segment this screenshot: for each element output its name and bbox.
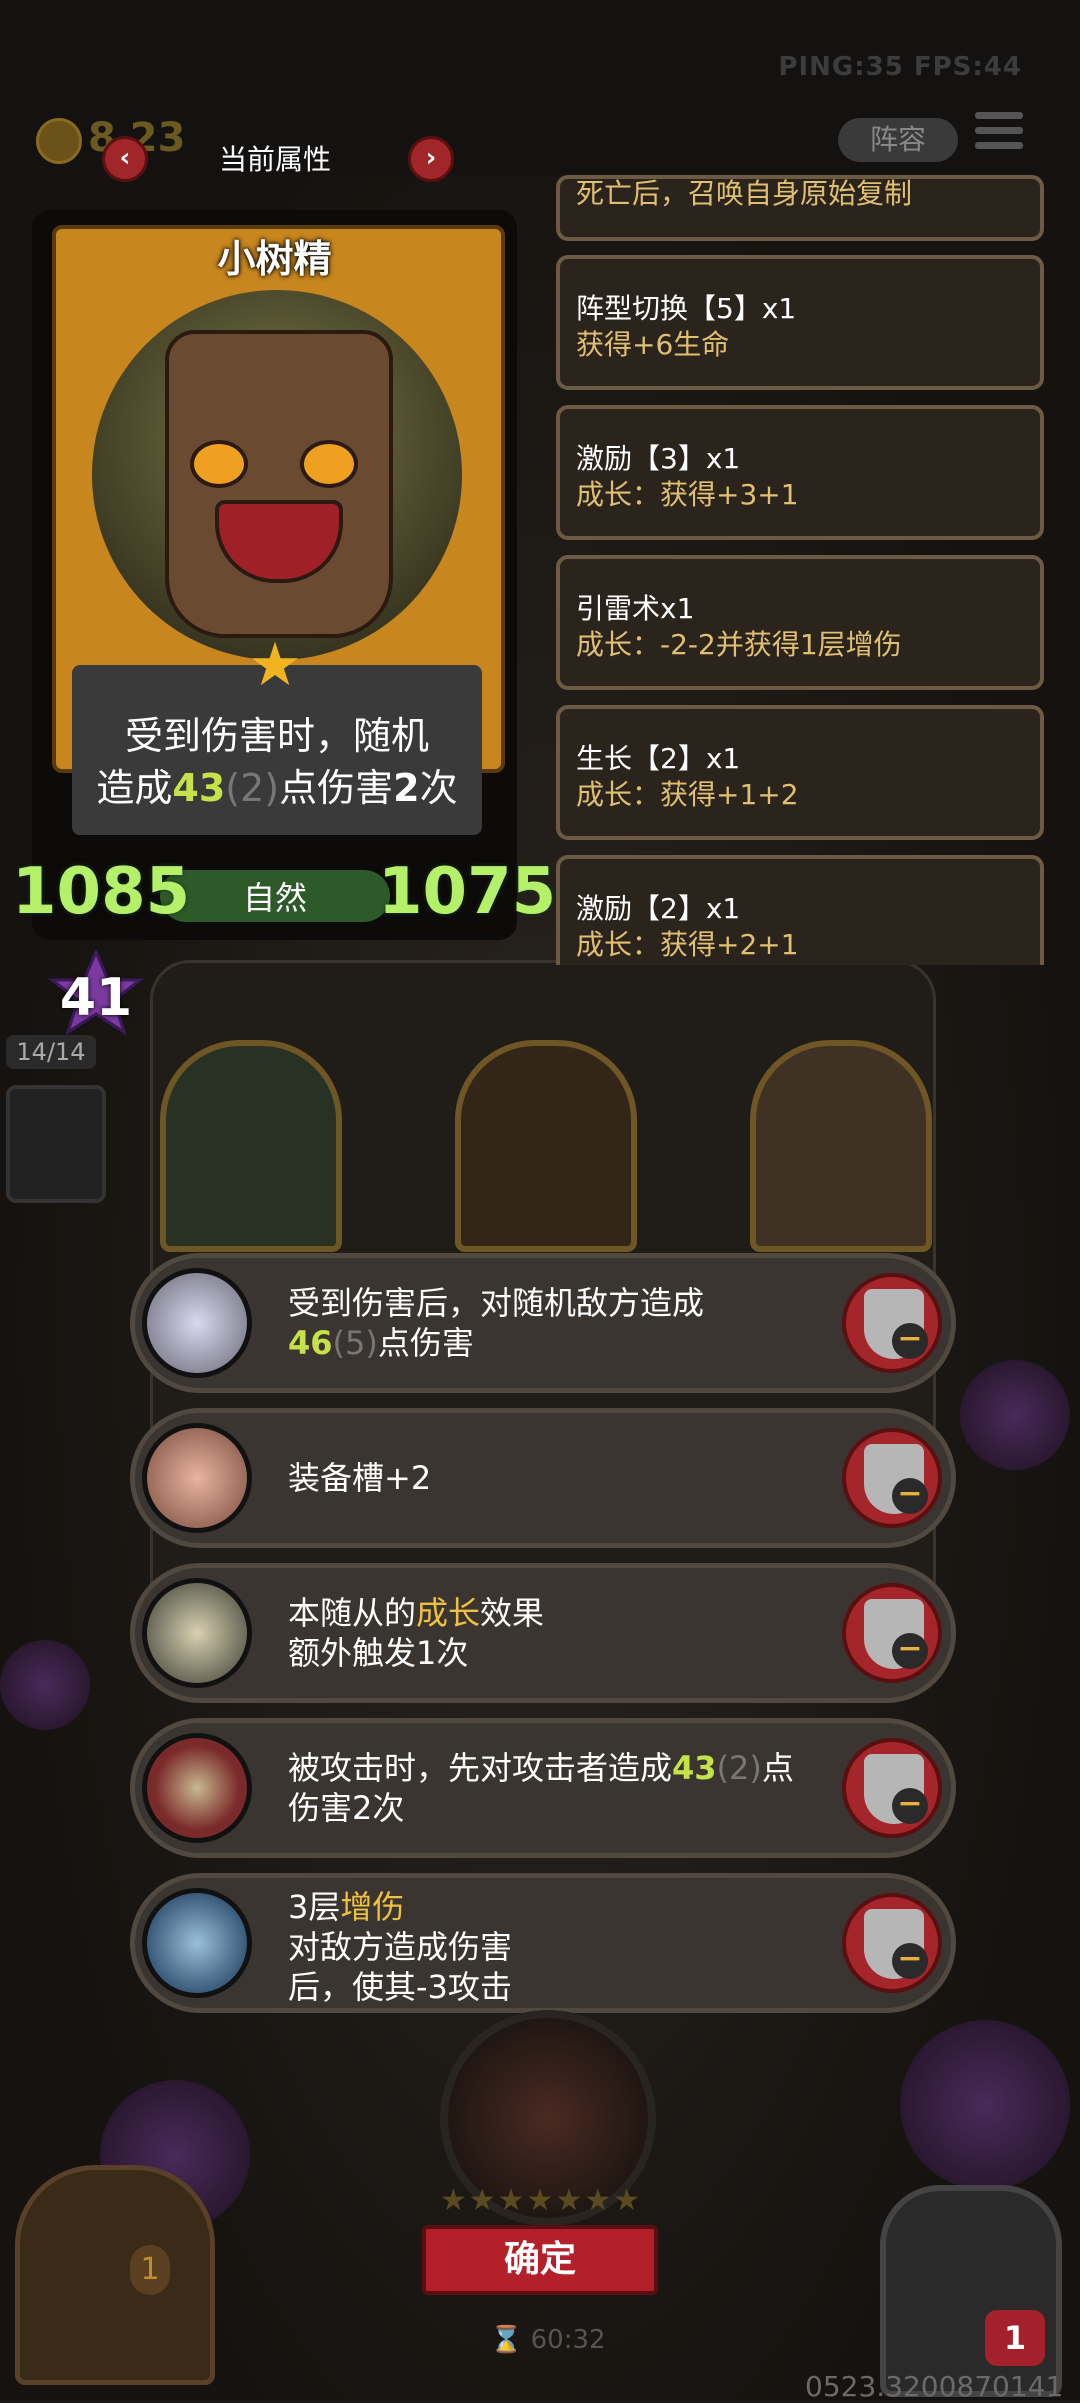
version-text: 0523.3200870141 bbox=[805, 2370, 1064, 2403]
level-number: 41 bbox=[59, 968, 133, 1028]
remove-bonus-button[interactable]: − bbox=[842, 1273, 942, 1373]
bonus-description: 受到伤害后，对随机敌方造成 46(5)点伤害 bbox=[288, 1284, 705, 1362]
cat-portrait[interactable] bbox=[6, 1085, 106, 1203]
pig-icon bbox=[142, 1423, 252, 1533]
rose-decoration bbox=[960, 1360, 1070, 1470]
lineup-button[interactable]: 阵容 bbox=[838, 118, 958, 162]
network-stats: PING:35 FPS:44 bbox=[778, 52, 1022, 82]
effect-description: 成长：-2-2并获得1层增伤 bbox=[576, 628, 902, 661]
bonus-row-pig[interactable] bbox=[130, 1408, 956, 1548]
effect-description: 成长：获得+1+2 bbox=[576, 778, 799, 811]
effect-title: 阵型切换【5】x1 bbox=[576, 292, 797, 325]
minion-portrait-tree[interactable] bbox=[750, 1040, 932, 1252]
minus-icon: − bbox=[892, 1323, 928, 1359]
effect-title: 激励【3】x1 bbox=[576, 442, 741, 475]
effect-description: 成长：获得+3+1 bbox=[576, 478, 799, 511]
heart-count: 1 bbox=[985, 2310, 1045, 2366]
minus-icon: − bbox=[892, 1788, 928, 1824]
shop-door-icon[interactable] bbox=[15, 2165, 215, 2385]
effect-title: 生长【2】x1 bbox=[576, 742, 741, 775]
bonus-description: 装备槽+2 bbox=[288, 1459, 432, 1497]
bonus-row-book[interactable] bbox=[130, 1873, 956, 2013]
gauntlet-icon bbox=[142, 1578, 252, 1688]
cloak-icon bbox=[142, 1733, 252, 1843]
effect-title: 激励【2】x1 bbox=[576, 892, 741, 925]
minion-type: 自然 bbox=[242, 879, 307, 917]
menu-icon[interactable] bbox=[975, 112, 1023, 160]
minion-description: 受到伤害时，随机 造成43(2)点伤害2次 bbox=[96, 714, 458, 810]
minus-icon: − bbox=[892, 1943, 928, 1979]
minus-icon: − bbox=[892, 1478, 928, 1514]
health-value: 1075 bbox=[378, 855, 557, 929]
next-arrow-button[interactable]: › bbox=[408, 136, 454, 182]
bonus-description: 被攻击时，先对攻击者造成43(2)点 伤害2次 bbox=[288, 1749, 794, 1827]
remove-bonus-button[interactable]: − bbox=[842, 1893, 942, 1993]
confirm-button[interactable]: 确定 bbox=[422, 2225, 658, 2295]
panel-title: 当前属性 bbox=[218, 143, 331, 176]
eye-icon bbox=[190, 440, 248, 488]
remove-bonus-button[interactable]: − bbox=[842, 1583, 942, 1683]
remove-bonus-button[interactable]: − bbox=[842, 1428, 942, 1528]
star-icon: ★ bbox=[248, 630, 302, 700]
shop-count: 1 bbox=[130, 2245, 170, 2295]
rose-decoration bbox=[900, 2020, 1070, 2190]
minus-icon: − bbox=[892, 1633, 928, 1669]
rating-stars: ★★★★★★★ bbox=[439, 2183, 643, 2218]
bonus-description: 3层增伤 对敌方造成伤害 后，使其-3攻击 bbox=[288, 1888, 513, 2006]
attack-value: 1085 bbox=[12, 855, 191, 929]
bonus-description: 本随从的成长效果 额外触发1次 bbox=[288, 1594, 545, 1672]
prev-arrow-button[interactable]: ‹ bbox=[102, 136, 148, 182]
minion-name: 小树精 bbox=[217, 237, 332, 281]
round-timer: ⌛ 60:32 bbox=[490, 2325, 606, 2355]
minion-portrait-pumpkin[interactable] bbox=[455, 1040, 637, 1252]
eye-icon bbox=[300, 440, 358, 488]
effect-title: 引雷术x1 bbox=[576, 592, 695, 625]
effect-description: 获得+6生命 bbox=[576, 328, 730, 361]
slot-count: 14/14 bbox=[6, 1035, 96, 1069]
rose-decoration bbox=[0, 1640, 90, 1730]
book-icon bbox=[142, 1888, 252, 1998]
effect-description: 成长：获得+2+1 bbox=[576, 928, 799, 961]
tree-sprite-illustration bbox=[165, 330, 393, 638]
crystal-icon bbox=[142, 1268, 252, 1378]
gold-coin-icon bbox=[36, 118, 82, 164]
effect-description: 死亡后，召唤自身原始复制 bbox=[576, 177, 913, 210]
remove-bonus-button[interactable]: − bbox=[842, 1738, 942, 1838]
minion-portrait-cactus[interactable] bbox=[160, 1040, 342, 1252]
